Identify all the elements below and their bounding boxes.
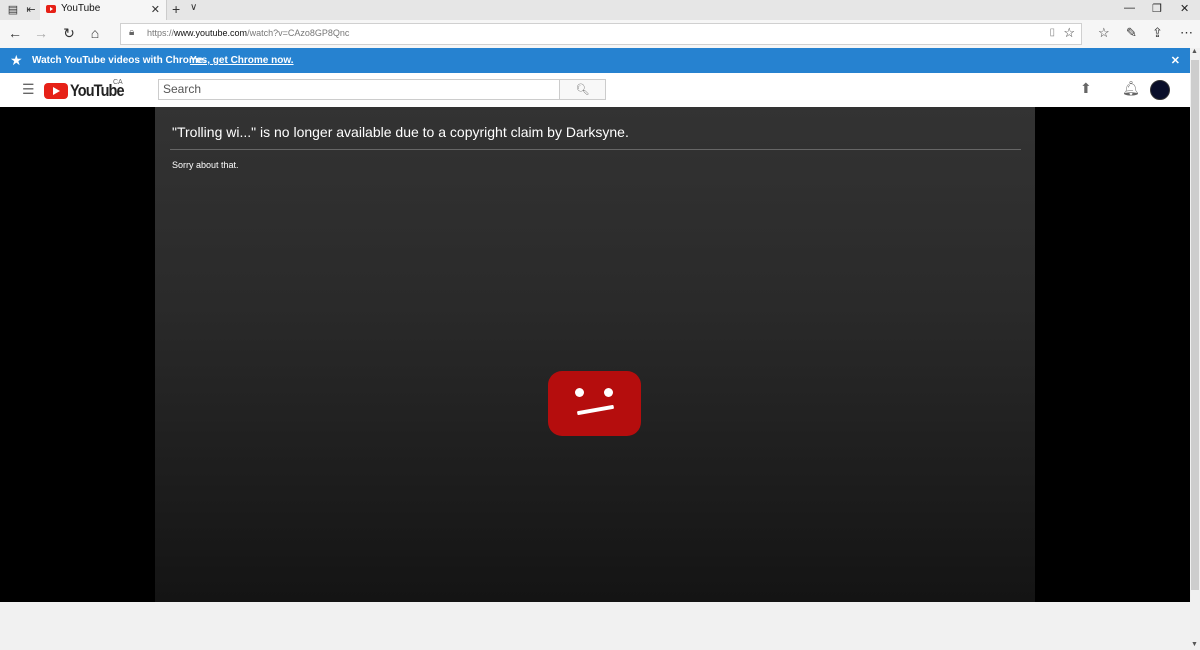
back-icon[interactable]: ←: [6, 25, 24, 41]
url-host: www.youtube.com: [174, 28, 248, 38]
avatar[interactable]: [1150, 80, 1170, 100]
close-icon[interactable]: ✕: [1171, 54, 1180, 67]
sad-face-icon: [548, 371, 641, 436]
get-chrome-link[interactable]: Yes, get Chrome now.: [190, 55, 294, 66]
favorite-star-icon[interactable]: ☆: [1063, 25, 1075, 41]
new-tab-icon[interactable]: +: [172, 1, 180, 17]
star-icon: ★: [10, 52, 23, 68]
more-icon[interactable]: ⋯: [1180, 25, 1193, 41]
url-prefix: https://: [147, 28, 175, 38]
video-player[interactable]: "Trolling wi..." is no longer available …: [155, 107, 1035, 602]
divider: [170, 149, 1021, 150]
minimize-icon[interactable]: —: [1124, 2, 1135, 14]
player-background: "Trolling wi..." is no longer available …: [0, 107, 1190, 602]
set-aside-icon[interactable]: ⇤: [24, 3, 38, 17]
forward-icon[interactable]: →: [32, 25, 50, 41]
banner-text: Watch YouTube videos with Chrome.: [32, 55, 207, 66]
refresh-icon[interactable]: ↻: [60, 25, 78, 42]
search-input[interactable]: [159, 80, 557, 98]
page-scrollbar[interactable]: ▲ ▼: [1190, 48, 1200, 650]
mouth: [576, 404, 615, 416]
tab-youtube[interactable]: YouTube ✕: [40, 0, 167, 20]
restore-icon[interactable]: ❐: [1152, 2, 1162, 15]
tab-title: YouTube: [61, 3, 101, 14]
search-icon: 🔍︎: [575, 84, 590, 96]
title-bar: ▤ ⇤ YouTube ✕ + ∨ — ❐ ✕: [0, 0, 1200, 20]
left-eye: [575, 388, 584, 397]
right-eye: [604, 388, 613, 397]
scroll-thumb[interactable]: [1191, 60, 1199, 590]
favorites-hub-icon[interactable]: ☆: [1098, 25, 1110, 41]
tab-preview-icon[interactable]: ▤: [6, 3, 20, 17]
reading-view-icon[interactable]: ▯: [1049, 27, 1055, 38]
url-path: /watch?v=CAzo8GP8Qnc: [247, 28, 350, 38]
home-icon[interactable]: ⌂: [86, 25, 104, 41]
chrome-promo-banner: ★ Watch YouTube videos with Chrome. Yes,…: [0, 48, 1190, 73]
scroll-up-icon[interactable]: ▲: [1191, 48, 1198, 55]
close-tab-icon[interactable]: ✕: [151, 3, 160, 16]
notifications-bell-icon[interactable]: 🔔︎: [1122, 80, 1140, 97]
page-footer-area: [0, 602, 1190, 650]
error-subtitle: Sorry about that.: [172, 160, 239, 170]
youtube-header: ☰ YouTube CA 🔍︎ ⬆ 🔔︎: [0, 73, 1190, 108]
scroll-down-icon[interactable]: ▼: [1191, 641, 1198, 648]
share-icon[interactable]: ⇪: [1152, 25, 1163, 41]
upload-icon[interactable]: ⬆: [1080, 80, 1092, 97]
close-window-icon[interactable]: ✕: [1180, 2, 1189, 15]
youtube-play-icon: [44, 83, 68, 99]
url-text[interactable]: https://www.youtube.com/watch?v=CAzo8GP8…: [147, 28, 349, 38]
country-code: CA: [113, 79, 123, 86]
chevron-down-icon[interactable]: ∨: [190, 2, 197, 13]
address-bar[interactable]: 🔒︎ https://www.youtube.com/watch?v=CAzo8…: [120, 23, 1082, 45]
browser-toolbar: ← → ↻ ⌂ 🔒︎ https://www.youtube.com/watch…: [0, 20, 1200, 48]
error-title: "Trolling wi..." is no longer available …: [172, 124, 629, 140]
lock-icon: 🔒︎: [129, 27, 135, 38]
youtube-favicon-icon: [46, 5, 56, 13]
notes-icon[interactable]: ✎: [1126, 25, 1137, 41]
search-box: [158, 79, 560, 100]
search-button[interactable]: 🔍︎: [559, 79, 606, 100]
hamburger-menu-icon[interactable]: ☰: [22, 81, 35, 98]
